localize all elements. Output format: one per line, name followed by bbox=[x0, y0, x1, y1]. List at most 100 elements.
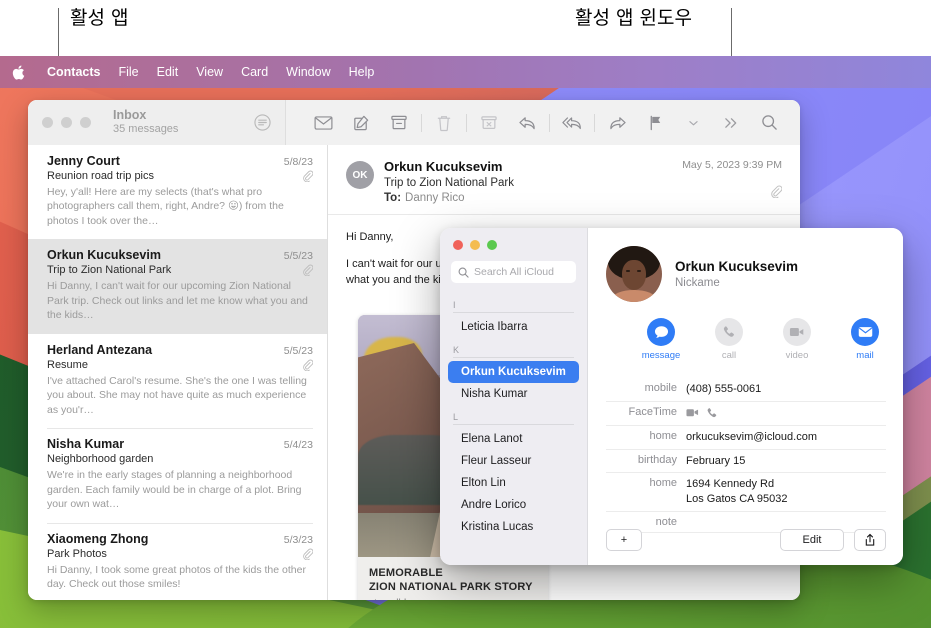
contacts-search-field[interactable]: Search All iCloud bbox=[451, 261, 576, 283]
more-icon[interactable] bbox=[712, 108, 750, 138]
contact-field-value: 1694 Kennedy RdLos Gatos CA 95032 bbox=[686, 477, 788, 507]
contact-field-row[interactable]: homeorkucuksevim@icloud.com bbox=[606, 426, 886, 450]
photo-source-url: ytravelblog.com bbox=[369, 598, 537, 601]
contact-avatar[interactable] bbox=[606, 246, 662, 302]
menu-item-help[interactable]: Help bbox=[340, 62, 384, 82]
mail-list-item[interactable]: Herland Antezana5/5/23ResumeI've attache… bbox=[28, 334, 327, 428]
mail-item-date: 5/5/23 bbox=[284, 250, 313, 262]
contacts-list-item[interactable]: Elena Lanot bbox=[448, 428, 579, 450]
compose-icon[interactable] bbox=[342, 108, 380, 138]
mail-list-item[interactable]: Orkun Kucuksevim5/5/23Trip to Zion Natio… bbox=[28, 239, 327, 333]
junk-icon[interactable] bbox=[470, 108, 508, 138]
sender-avatar: OK bbox=[346, 161, 374, 189]
contact-action-label: video bbox=[776, 350, 818, 361]
mail-item-preview: Hi Danny, I took some great photos of th… bbox=[47, 563, 313, 592]
contact-action-message[interactable]: message bbox=[640, 318, 682, 361]
contact-field-value: orkucuksevim@icloud.com bbox=[686, 430, 817, 445]
flag-icon[interactable] bbox=[636, 108, 674, 138]
contact-header: Orkun Kucuksevim Nickame bbox=[606, 246, 886, 302]
contacts-close-button[interactable] bbox=[453, 240, 463, 250]
mail-traffic-lights[interactable] bbox=[42, 117, 91, 128]
mail-item-date: 5/5/23 bbox=[284, 345, 313, 357]
mail-list-item[interactable]: Nisha Kumar5/4/23Neighborhood gardenWe'r… bbox=[28, 428, 327, 522]
mail-item-preview: I've attached Carol's resume. She's the … bbox=[47, 374, 313, 417]
mail-item-date: 5/8/23 bbox=[284, 156, 313, 168]
chevron-down-icon[interactable] bbox=[674, 108, 712, 138]
reply-all-icon[interactable] bbox=[553, 108, 591, 138]
contacts-window[interactable]: Search All iCloud ILeticia IbarraKOrkun … bbox=[440, 228, 903, 565]
reply-icon[interactable] bbox=[508, 108, 546, 138]
contact-field-label: note bbox=[606, 516, 686, 528]
mail-list-item[interactable]: Jenny Court5/8/23Reunion road trip picsH… bbox=[28, 145, 327, 239]
mail-titlebar: Inbox 35 messages bbox=[28, 100, 800, 145]
toolbar-divider bbox=[421, 114, 422, 132]
photo-caption-line1: MEMORABLE bbox=[369, 567, 537, 581]
mail-list-item[interactable]: Xiaomeng Zhong5/3/23Park PhotosHi Danny,… bbox=[28, 523, 327, 600]
archive-icon[interactable] bbox=[380, 108, 418, 138]
contacts-traffic-lights[interactable] bbox=[453, 240, 587, 250]
menu-item-contacts[interactable]: Contacts bbox=[38, 62, 109, 82]
mail-item-preview: Hi Danny, I can't wait for our upcoming … bbox=[47, 279, 313, 322]
mail-item-sender: Herland Antezana bbox=[47, 343, 152, 357]
mail-item-sender: Jenny Court bbox=[47, 154, 120, 168]
mailbox-title: Inbox bbox=[113, 108, 178, 124]
get-mail-icon[interactable] bbox=[304, 108, 342, 138]
contacts-list-item[interactable]: Nisha Kumar bbox=[448, 383, 579, 405]
mail-message-list[interactable]: Jenny Court5/8/23Reunion road trip picsH… bbox=[28, 145, 328, 600]
contacts-minimize-button[interactable] bbox=[470, 240, 480, 250]
contacts-list-item[interactable]: Andre Lorico bbox=[448, 494, 579, 516]
forward-icon[interactable] bbox=[598, 108, 636, 138]
contact-action-call[interactable]: call bbox=[708, 318, 750, 361]
mail-item-date: 5/4/23 bbox=[284, 439, 313, 451]
contact-field-row[interactable]: home1694 Kennedy RdLos Gatos CA 95032 bbox=[606, 473, 886, 512]
toolbar-divider bbox=[594, 114, 595, 132]
contacts-list-item[interactable]: Kristina Lucas bbox=[448, 516, 579, 538]
contact-footer-buttons: + Edit bbox=[606, 529, 886, 551]
mail-minimize-button[interactable] bbox=[61, 117, 72, 128]
share-contact-button[interactable] bbox=[854, 529, 886, 551]
apple-menu-icon[interactable] bbox=[12, 65, 34, 80]
menu-item-view[interactable]: View bbox=[187, 62, 232, 82]
contacts-list-item[interactable]: Orkun Kucuksevim bbox=[448, 361, 579, 383]
edit-contact-button[interactable]: Edit bbox=[780, 529, 844, 551]
photo-caption-line2: ZION NATIONAL PARK STORY bbox=[369, 581, 537, 595]
contacts-list-item[interactable]: Fleur Lasseur bbox=[448, 450, 579, 472]
contacts-list[interactable]: ILeticia IbarraKOrkun KucuksevimNisha Ku… bbox=[440, 293, 587, 538]
to-label: To: bbox=[384, 192, 401, 204]
contact-action-mail[interactable]: mail bbox=[844, 318, 886, 361]
contact-fields: mobile(408) 555-0061FaceTimehomeorkucuks… bbox=[606, 378, 886, 533]
message-bubble-icon bbox=[647, 318, 675, 346]
attachment-clip-icon bbox=[303, 359, 313, 371]
contacts-group-letter: K bbox=[440, 338, 587, 357]
menu-item-window[interactable]: Window bbox=[277, 62, 339, 82]
menu-item-file[interactable]: File bbox=[109, 62, 147, 82]
contacts-zoom-button[interactable] bbox=[487, 240, 497, 250]
mail-close-button[interactable] bbox=[42, 117, 53, 128]
contacts-list-item[interactable]: Leticia Ibarra bbox=[448, 316, 579, 338]
attachment-clip-icon bbox=[682, 185, 782, 198]
search-icon[interactable] bbox=[750, 108, 788, 138]
add-contact-button[interactable]: + bbox=[606, 529, 642, 551]
facetime-icons[interactable] bbox=[686, 406, 718, 421]
search-icon bbox=[458, 267, 469, 278]
menu-item-edit[interactable]: Edit bbox=[148, 62, 188, 82]
mail-zoom-button[interactable] bbox=[80, 117, 91, 128]
menu-bar: ContactsFileEditViewCardWindowHelp bbox=[0, 56, 931, 88]
message-recipient: To:Danny Rico bbox=[384, 192, 682, 204]
filter-icon[interactable] bbox=[254, 114, 271, 131]
annotation-active-app: 활성 앱 bbox=[70, 3, 128, 30]
contact-field-label: home bbox=[606, 430, 686, 445]
contact-field-label: home bbox=[606, 477, 686, 507]
contacts-list-item[interactable]: Elton Lin bbox=[448, 472, 579, 494]
contact-action-video[interactable]: video bbox=[776, 318, 818, 361]
menu-item-card[interactable]: Card bbox=[232, 62, 277, 82]
contact-field-row[interactable]: birthdayFebruary 15 bbox=[606, 450, 886, 474]
contact-field-row[interactable]: mobile(408) 555-0061 bbox=[606, 378, 886, 402]
contacts-group-letter: L bbox=[440, 405, 587, 424]
mail-item-date: 5/3/23 bbox=[284, 534, 313, 546]
mail-sidebar-titlebar: Inbox 35 messages bbox=[28, 100, 286, 145]
contact-field-row[interactable]: FaceTime bbox=[606, 402, 886, 426]
delete-icon[interactable] bbox=[425, 108, 463, 138]
message-datetime: May 5, 2023 9:39 PM bbox=[682, 159, 782, 171]
contact-action-label: message bbox=[640, 350, 682, 361]
